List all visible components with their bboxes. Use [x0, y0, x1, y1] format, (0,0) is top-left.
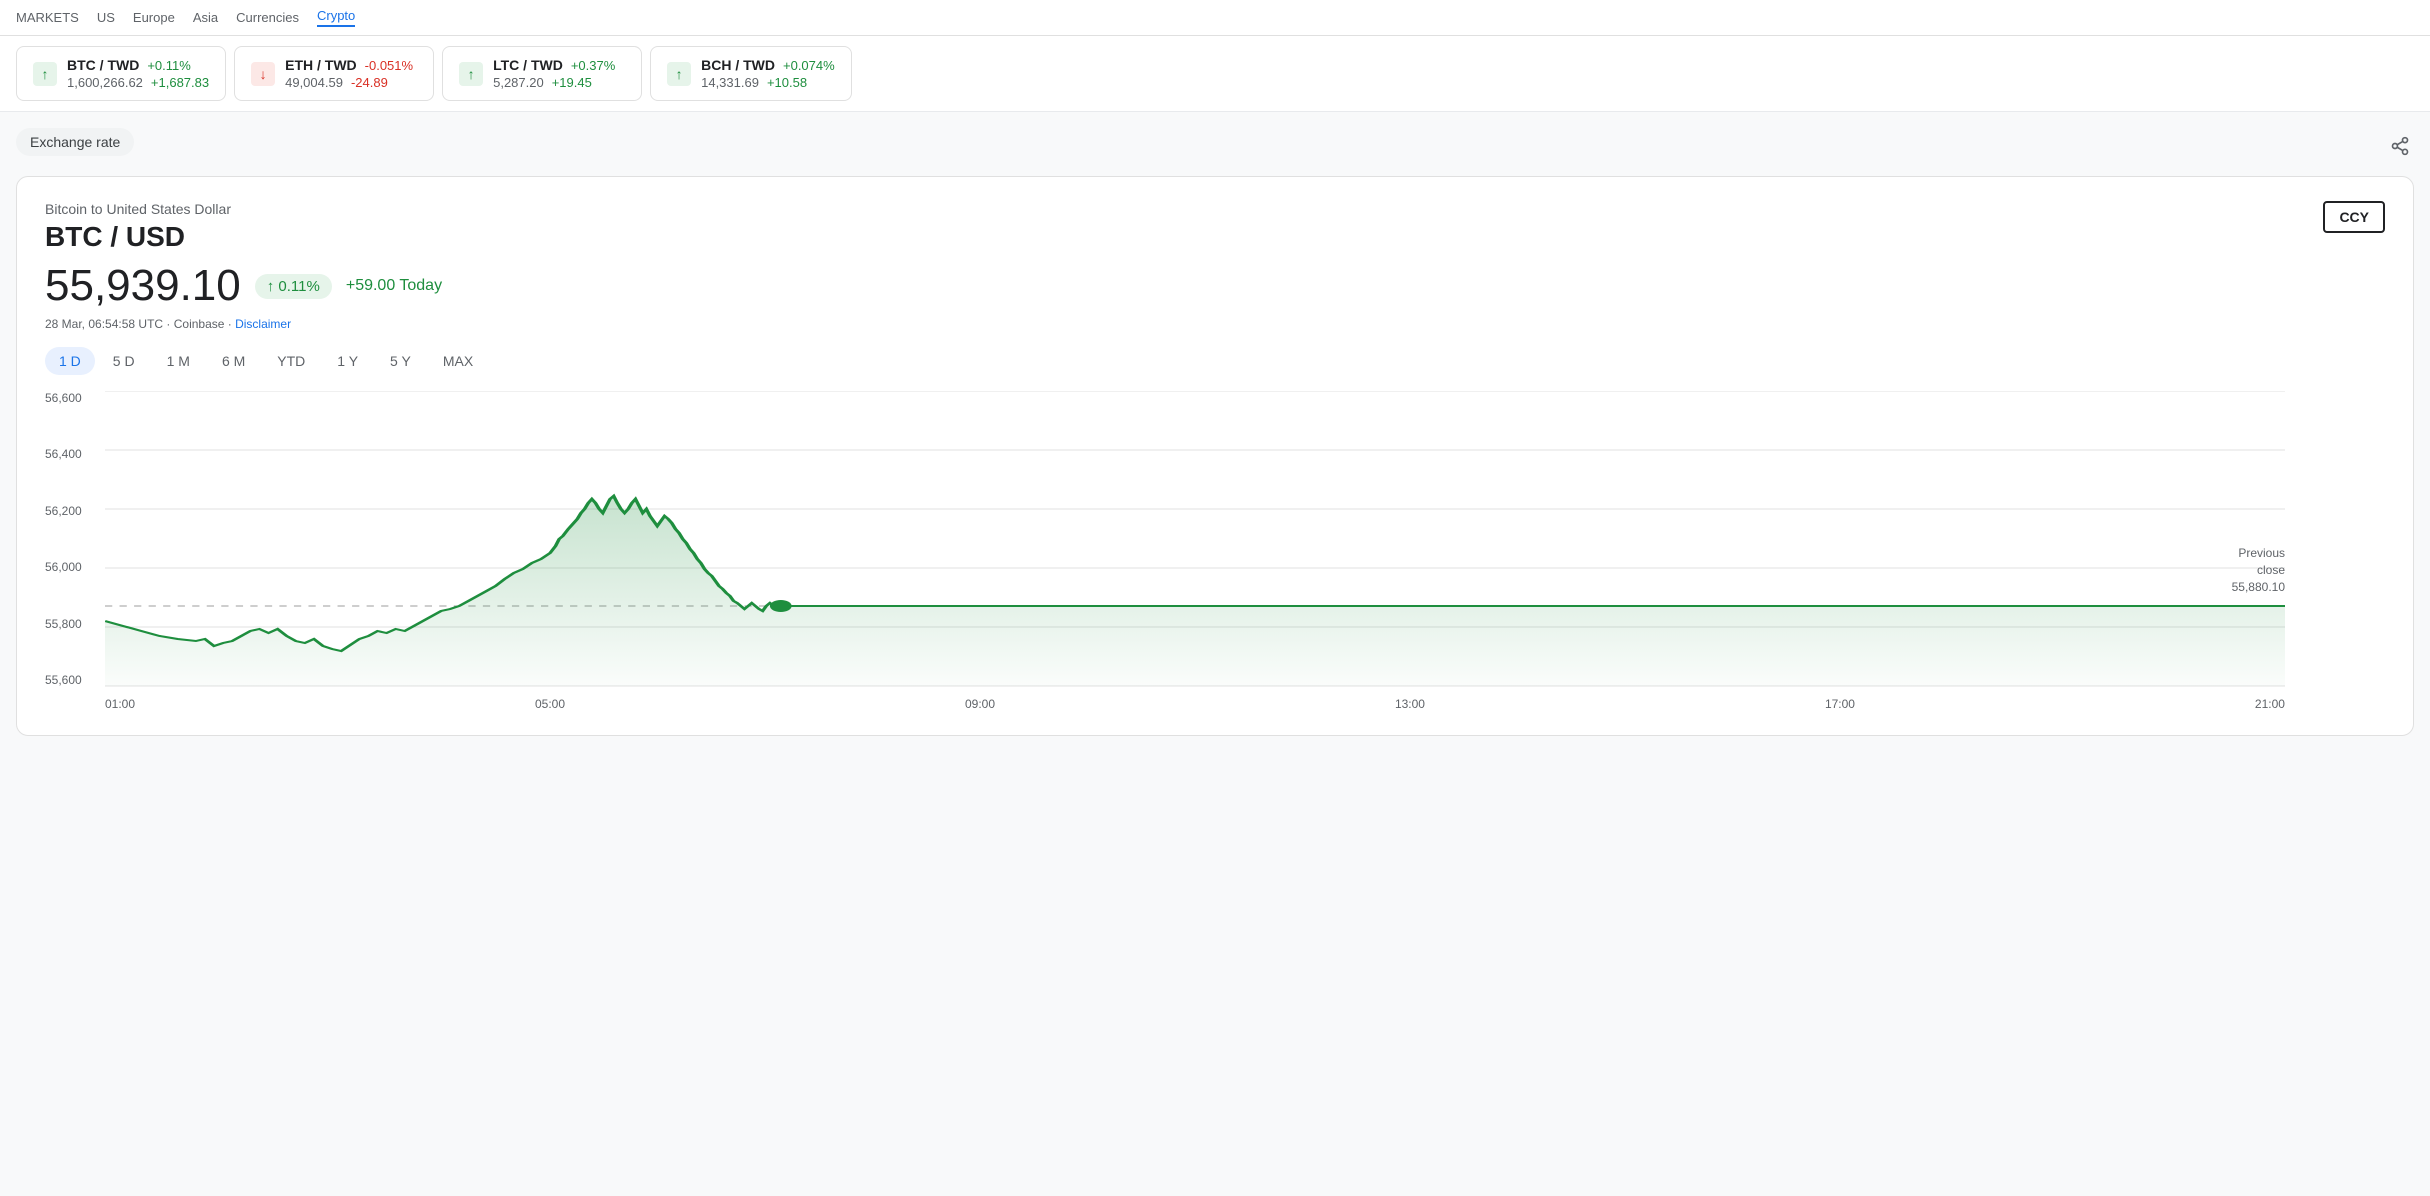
- price-chart-svg: [105, 391, 2285, 687]
- chart-meta: 28 Mar, 06:54:58 UTC · Coinbase · Discla…: [45, 317, 442, 331]
- chart-subtitle: Bitcoin to United States Dollar: [45, 201, 442, 217]
- ticker-card-ltc-twd[interactable]: ↑ LTC / TWD +0.37% 5,287.20 +19.45: [442, 46, 642, 101]
- ticker-change-pct-ltc-twd: +0.37%: [571, 58, 615, 73]
- ticker-name-ltc-twd: LTC / TWD: [493, 57, 563, 73]
- ticker-change-pct-bch-twd: +0.074%: [783, 58, 835, 73]
- y-label-2: 56,400: [45, 447, 101, 461]
- nav-links: MARKETS US Europe Asia Currencies Crypto: [16, 8, 355, 27]
- previous-close-value: 55,880.10: [2232, 579, 2285, 596]
- chart-inner: Previousclose 55,880.10: [105, 391, 2285, 687]
- ticker-price-ltc-twd: 5,287.20: [493, 75, 544, 90]
- ticker-price-btc-twd: 1,600,266.62: [67, 75, 143, 90]
- chart-price-row: 55,939.10 ↑ 0.11% +59.00 Today: [45, 261, 442, 311]
- time-tabs: 1 D 5 D 1 M 6 M YTD 1 Y 5 Y MAX: [45, 347, 2385, 375]
- ticker-name-bch-twd: BCH / TWD: [701, 57, 775, 73]
- y-label-6: 55,600: [45, 673, 101, 687]
- previous-close-text: Previousclose: [2232, 545, 2285, 579]
- ticker-change-pct-eth-twd: -0.051%: [365, 58, 413, 73]
- ticker-card-btc-twd[interactable]: ↑ BTC / TWD +0.11% 1,600,266.62 +1,687.8…: [16, 46, 226, 101]
- x-label-21: 21:00: [2255, 697, 2285, 711]
- ticker-cards: ↑ BTC / TWD +0.11% 1,600,266.62 +1,687.8…: [0, 36, 2430, 112]
- x-label-09: 09:00: [965, 697, 995, 711]
- x-label-01: 01:00: [105, 697, 135, 711]
- ticker-card-bch-twd[interactable]: ↑ BCH / TWD +0.074% 14,331.69 +10.58: [650, 46, 852, 101]
- tab-6m[interactable]: 6 M: [208, 347, 259, 375]
- up-arrow-icon-ltc: ↑: [459, 62, 483, 86]
- y-label-5: 55,800: [45, 617, 101, 631]
- tab-1m[interactable]: 1 M: [153, 347, 204, 375]
- exchange-rate-button[interactable]: Exchange rate: [16, 128, 134, 156]
- ticker-abs-bch-twd: +10.58: [767, 75, 807, 90]
- chart-title-section: Bitcoin to United States Dollar BTC / US…: [45, 201, 442, 347]
- ticker-abs-btc-twd: +1,687.83: [151, 75, 209, 90]
- ccy-button[interactable]: CCY: [2323, 201, 2385, 233]
- ticker-price-eth-twd: 49,004.59: [285, 75, 343, 90]
- nav-link-us[interactable]: US: [97, 10, 115, 25]
- y-label-4: 56,000: [45, 560, 101, 574]
- chart-today-change: +59.00 Today: [346, 277, 442, 295]
- x-label-13: 13:00: [1395, 697, 1425, 711]
- tab-1y[interactable]: 1 Y: [323, 347, 372, 375]
- ticker-change-pct-btc-twd: +0.11%: [147, 58, 191, 73]
- ticker-price-bch-twd: 14,331.69: [701, 75, 759, 90]
- x-axis: 01:00 05:00 09:00 13:00 17:00 21:00: [105, 697, 2285, 711]
- nav-link-currencies[interactable]: Currencies: [236, 10, 299, 25]
- ticker-name-btc-twd: BTC / TWD: [67, 57, 139, 73]
- y-label-1: 56,600: [45, 391, 101, 405]
- nav-link-markets[interactable]: MARKETS: [16, 10, 79, 25]
- x-label-05: 05:00: [535, 697, 565, 711]
- nav-bar: MARKETS US Europe Asia Currencies Crypto: [0, 0, 2430, 36]
- chart-card: Bitcoin to United States Dollar BTC / US…: [16, 176, 2414, 736]
- chart-change-badge: ↑ 0.11%: [255, 274, 332, 299]
- y-label-3: 56,200: [45, 504, 101, 518]
- tab-1d[interactable]: 1 D: [45, 347, 95, 375]
- chart-area: 56,600 56,400 56,200 56,000 55,800 55,60…: [45, 391, 2385, 711]
- ticker-name-eth-twd: ETH / TWD: [285, 57, 357, 73]
- up-arrow-icon: ↑: [33, 62, 57, 86]
- up-arrow-icon-bch: ↑: [667, 62, 691, 86]
- share-icon: [2390, 136, 2410, 156]
- nav-link-asia[interactable]: Asia: [193, 10, 218, 25]
- ticker-abs-eth-twd: -24.89: [351, 75, 388, 90]
- nav-link-europe[interactable]: Europe: [133, 10, 175, 25]
- current-price-dot: [770, 600, 792, 612]
- tab-max[interactable]: MAX: [429, 347, 487, 375]
- chart-price: 55,939.10: [45, 261, 241, 311]
- ticker-abs-ltc-twd: +19.45: [552, 75, 592, 90]
- chart-fill: [105, 496, 2285, 686]
- share-button[interactable]: [2386, 132, 2414, 165]
- chart-pair: BTC / USD: [45, 221, 442, 253]
- tab-5d[interactable]: 5 D: [99, 347, 149, 375]
- main-content: Exchange rate Bitcoin to United States D…: [0, 112, 2430, 752]
- down-arrow-icon: ↓: [251, 62, 275, 86]
- y-axis: 56,600 56,400 56,200 56,000 55,800 55,60…: [45, 391, 101, 711]
- nav-link-crypto[interactable]: Crypto: [317, 8, 355, 27]
- tab-5y[interactable]: 5 Y: [376, 347, 425, 375]
- ticker-card-eth-twd[interactable]: ↓ ETH / TWD -0.051% 49,004.59 -24.89: [234, 46, 434, 101]
- tab-ytd[interactable]: YTD: [263, 347, 319, 375]
- disclaimer-link[interactable]: Disclaimer: [235, 317, 291, 331]
- previous-close-label: Previousclose 55,880.10: [2232, 545, 2285, 595]
- x-label-17: 17:00: [1825, 697, 1855, 711]
